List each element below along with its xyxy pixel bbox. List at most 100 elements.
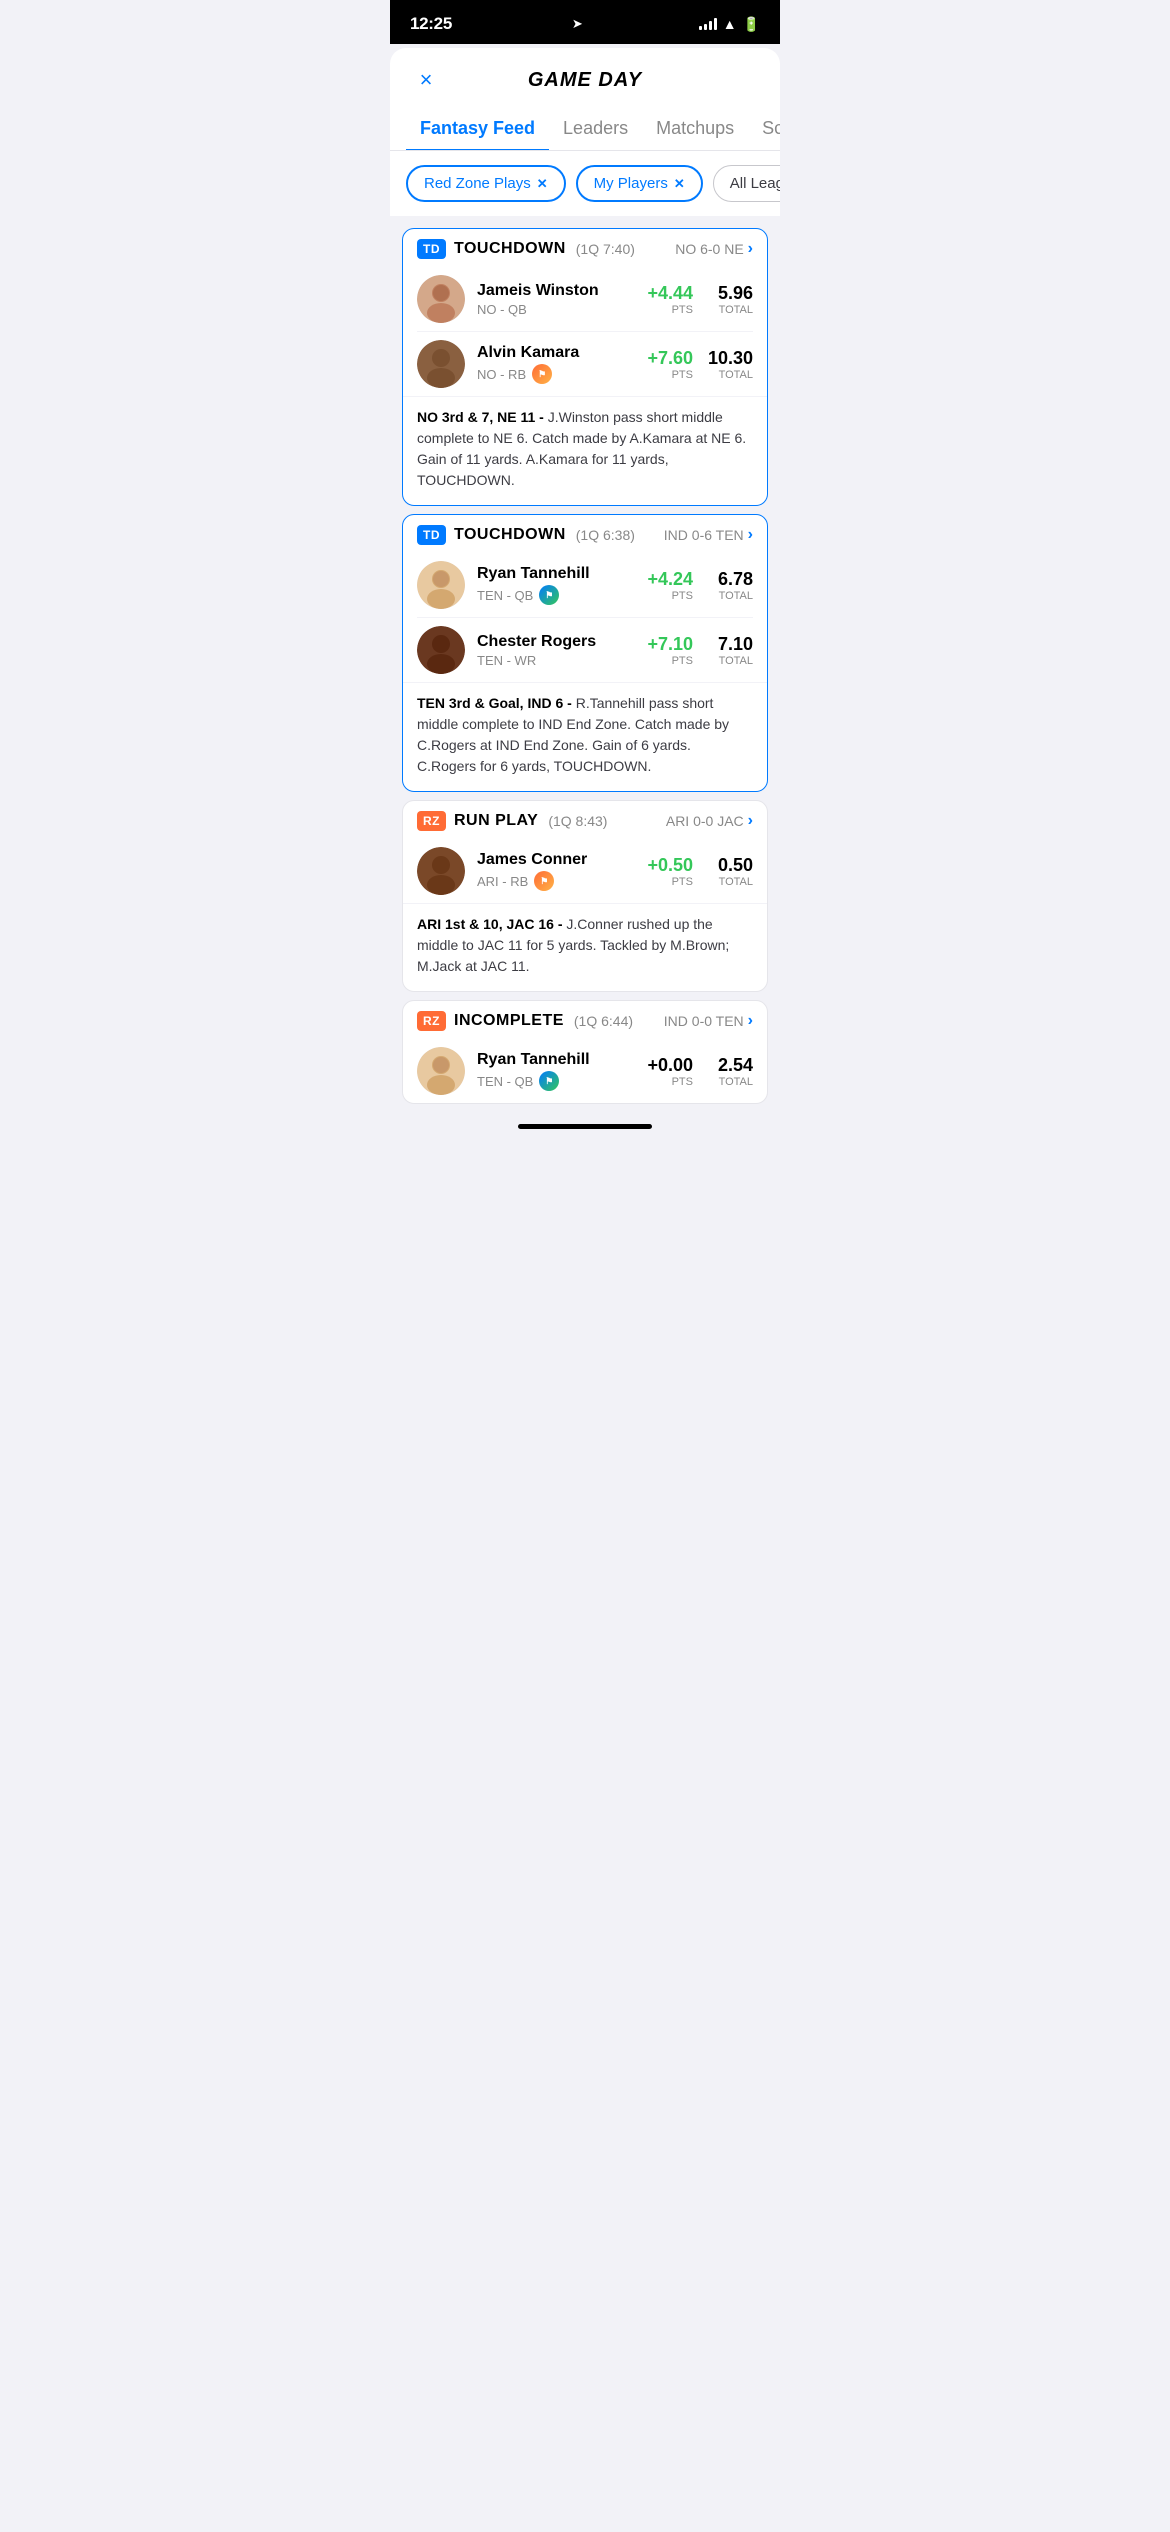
filter-chip-red-zone-remove[interactable]: ✕: [537, 176, 548, 192]
player-team-tannehill-2: TEN - QB: [477, 1074, 533, 1089]
filter-chip-all-leagues[interactable]: All Leagues: [713, 165, 780, 202]
avatar-tannehill-1: [417, 561, 465, 609]
league-icon-tannehill-2: ⚑: [539, 1071, 559, 1091]
avatar-jameis: [417, 275, 465, 323]
player-pts-tannehill-1: +4.24 PTS: [647, 569, 693, 602]
total-value-rogers: 7.10: [705, 634, 753, 655]
player-total-tannehill-1: 6.78 TOTAL: [705, 569, 753, 602]
filter-row: Red Zone Plays ✕ My Players ✕ All League…: [390, 151, 780, 216]
card-header: TD TOUCHDOWN (1Q 7:40) NO 6-0 NE ›: [403, 229, 767, 267]
pts-value-tannehill-1: +4.24: [647, 569, 693, 590]
status-icons: ▲ 🔋: [699, 16, 760, 33]
league-icon-kamara: ⚑: [532, 364, 552, 384]
play-time-3: (1Q 8:43): [548, 813, 607, 829]
filter-chip-red-zone-label: Red Zone Plays: [424, 175, 531, 192]
score-text: NO 6-0 NE: [675, 241, 743, 257]
play-desc-card1: NO 3rd & 7, NE 11 - J.Winston pass short…: [403, 396, 767, 505]
card-header-left: TD TOUCHDOWN (1Q 7:40): [417, 239, 635, 259]
filter-chip-my-players-remove[interactable]: ✕: [674, 176, 685, 192]
tab-scores[interactable]: Scores: [748, 108, 780, 151]
player-team-rogers: TEN - WR: [477, 653, 536, 668]
score-text-4: IND 0-0 TEN: [664, 1013, 744, 1029]
play-desc-bold-3: ARI 1st & 10, JAC 16 -: [417, 916, 563, 932]
play-type-3: RUN PLAY: [454, 812, 538, 830]
pts-label-kamara: PTS: [647, 369, 693, 381]
status-bar: 12:25 ➤ ▲ 🔋: [390, 0, 780, 44]
avatar-kamara: [417, 340, 465, 388]
card-header-left-3: RZ RUN PLAY (1Q 8:43): [417, 811, 607, 831]
score-badge[interactable]: NO 6-0 NE ›: [675, 240, 753, 258]
total-label-rogers: TOTAL: [705, 655, 753, 667]
player-info-conner: James Conner ARI - RB ⚑: [477, 851, 635, 891]
filter-chip-my-players[interactable]: My Players ✕: [576, 165, 703, 202]
avatar-rogers: [417, 626, 465, 674]
score-text-3: ARI 0-0 JAC: [666, 813, 744, 829]
player-total-tannehill-2: 2.54 TOTAL: [705, 1055, 753, 1088]
location-icon: ➤: [572, 16, 583, 32]
player-pts-conner: +0.50 PTS: [647, 855, 693, 888]
pts-value-jameis: +4.44: [647, 283, 693, 304]
score-badge-2[interactable]: IND 0-6 TEN ›: [664, 526, 753, 544]
app-container: × GAME DAY Fantasy Feed Leaders Matchups…: [390, 48, 780, 1116]
score-badge-3[interactable]: ARI 0-0 JAC ›: [666, 812, 753, 830]
player-row-conner: James Conner ARI - RB ⚑ +0.50 PTS 0.50 T…: [403, 839, 767, 903]
player-name-jameis: Jameis Winston: [477, 282, 635, 300]
play-desc-card3: ARI 1st & 10, JAC 16 - J.Conner rushed u…: [403, 903, 767, 991]
pts-label-tannehill-2: PTS: [647, 1076, 693, 1088]
chevron-right-icon-4: ›: [748, 1012, 753, 1030]
play-type-2: TOUCHDOWN: [454, 526, 566, 544]
card-runplay-ari-jac: RZ RUN PLAY (1Q 8:43) ARI 0-0 JAC ›: [402, 800, 768, 992]
status-time: 12:25: [410, 14, 452, 34]
player-meta-tannehill-1: TEN - QB ⚑: [477, 585, 635, 605]
close-button[interactable]: ×: [410, 64, 442, 96]
player-meta-rogers: TEN - WR: [477, 653, 635, 668]
tab-fantasy-feed[interactable]: Fantasy Feed: [406, 108, 549, 151]
score-badge-4[interactable]: IND 0-0 TEN ›: [664, 1012, 753, 1030]
tab-leaders[interactable]: Leaders: [549, 108, 642, 151]
player-total-rogers: 7.10 TOTAL: [705, 634, 753, 667]
player-name-conner: James Conner: [477, 851, 635, 869]
player-team-kamara: NO - RB: [477, 367, 526, 382]
pts-label-tannehill-1: PTS: [647, 590, 693, 602]
card-header-left-4: RZ INCOMPLETE (1Q 6:44): [417, 1011, 633, 1031]
play-type-4: INCOMPLETE: [454, 1012, 564, 1030]
total-label-tannehill-1: TOTAL: [705, 590, 753, 602]
player-total-conner: 0.50 TOTAL: [705, 855, 753, 888]
total-value-tannehill-1: 6.78: [705, 569, 753, 590]
player-row-kamara: Alvin Kamara NO - RB ⚑ +7.60 PTS 10.30 T…: [403, 332, 767, 396]
wifi-icon: ▲: [723, 16, 737, 32]
score-text-2: IND 0-6 TEN: [664, 527, 744, 543]
signal-bars-icon: [699, 18, 717, 30]
chevron-right-icon: ›: [748, 240, 753, 258]
filter-chip-red-zone[interactable]: Red Zone Plays ✕: [406, 165, 566, 202]
total-label-tannehill-2: TOTAL: [705, 1076, 753, 1088]
chevron-right-icon-3: ›: [748, 812, 753, 830]
league-icon-conner: ⚑: [534, 871, 554, 891]
total-value-kamara: 10.30: [705, 348, 753, 369]
tab-matchups[interactable]: Matchups: [642, 108, 748, 151]
card-touchdown-no-ne: TD TOUCHDOWN (1Q 7:40) NO 6-0 NE ›: [402, 228, 768, 506]
pts-value-conner: +0.50: [647, 855, 693, 876]
chevron-right-icon-2: ›: [748, 526, 753, 544]
player-pts-jameis: +4.44 PTS: [647, 283, 693, 316]
player-info-tannehill-1: Ryan Tannehill TEN - QB ⚑: [477, 565, 635, 605]
filter-chip-all-leagues-label: All Leagues: [730, 175, 780, 192]
player-pts-rogers: +7.10 PTS: [647, 634, 693, 667]
pts-value-rogers: +7.10: [647, 634, 693, 655]
total-value-jameis: 5.96: [705, 283, 753, 304]
player-team-conner: ARI - RB: [477, 874, 528, 889]
page-title: GAME DAY: [528, 69, 642, 92]
play-time: (1Q 7:40): [576, 241, 635, 257]
td-badge: TD: [417, 239, 446, 259]
player-info-rogers: Chester Rogers TEN - WR: [477, 633, 635, 668]
pts-label-rogers: PTS: [647, 655, 693, 667]
player-pts-tannehill-2: +0.00 PTS: [647, 1055, 693, 1088]
total-value-tannehill-2: 2.54: [705, 1055, 753, 1076]
league-icon-tannehill-1: ⚑: [539, 585, 559, 605]
play-desc-card2: TEN 3rd & Goal, IND 6 - R.Tannehill pass…: [403, 682, 767, 791]
card-header-left-2: TD TOUCHDOWN (1Q 6:38): [417, 525, 635, 545]
nav-tabs: Fantasy Feed Leaders Matchups Scores: [390, 108, 780, 151]
player-team-tannehill-1: TEN - QB: [477, 588, 533, 603]
card-header-2: TD TOUCHDOWN (1Q 6:38) IND 0-6 TEN ›: [403, 515, 767, 553]
card-header-3: RZ RUN PLAY (1Q 8:43) ARI 0-0 JAC ›: [403, 801, 767, 839]
